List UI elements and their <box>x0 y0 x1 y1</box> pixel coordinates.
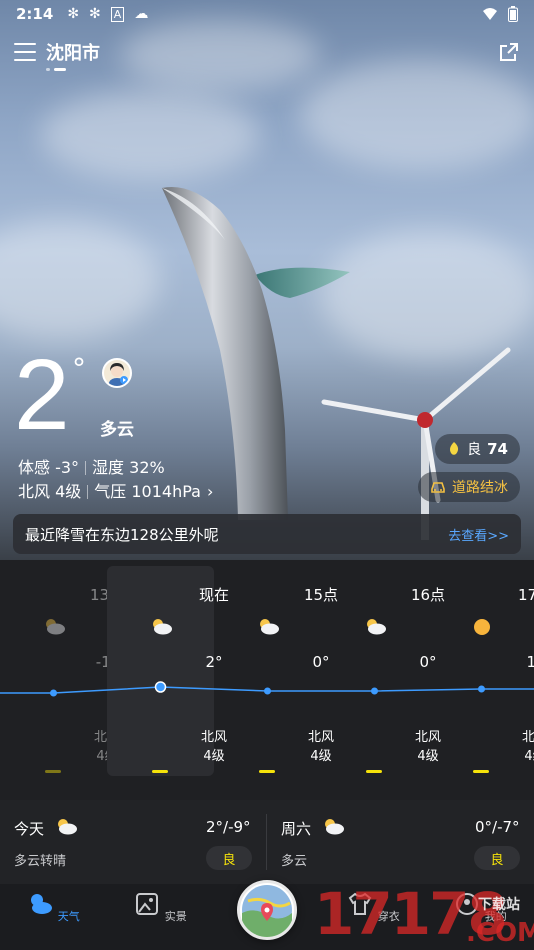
chevron-right-icon: › <box>206 482 214 501</box>
partly-cloudy-icon <box>214 616 321 638</box>
hourly-item[interactable]: 现在 2° 北风 4级 <box>107 566 229 776</box>
sunny-icon <box>428 616 534 638</box>
car-warning-icon <box>431 482 445 493</box>
day-desc: 多云 <box>281 854 308 869</box>
map-icon <box>242 885 292 937</box>
wind-level-bar <box>45 770 61 773</box>
tab-clothing[interactable]: 穿衣 <box>343 890 403 924</box>
current-temperature: 2 <box>14 339 70 451</box>
aqi-badge[interactable]: 良 74 <box>435 434 520 464</box>
banner-link[interactable]: 去查看>> <box>448 525 509 544</box>
city-name[interactable]: 沈阳市 <box>46 39 100 65</box>
wind-level-bar <box>473 770 489 773</box>
wind: 北风 4级 <box>18 482 82 501</box>
divider <box>266 814 267 870</box>
vpn-icon: ✻ <box>89 6 101 22</box>
pressure: 气压 1014hPa <box>94 482 201 501</box>
share-icon[interactable] <box>498 41 520 63</box>
menu-icon[interactable] <box>14 43 36 61</box>
banner-text: 最近降雪在东边128公里外呢 <box>25 525 219 544</box>
partly-cloudy-icon <box>0 616 107 638</box>
daily-forecast: 今天 2°/-9° 多云转晴 良 周六 0°/-7° 多云 良 <box>0 800 534 884</box>
road-alert-text: 道路结冰 <box>452 480 508 496</box>
avatar[interactable] <box>102 358 132 388</box>
hourly-item[interactable]: 13点-1°北风4级 <box>0 566 124 776</box>
tab-profile[interactable]: 我的 <box>450 890 510 924</box>
snow-notice-banner[interactable]: 最近降雪在东边128公里外呢 去查看>> <box>13 514 521 554</box>
feels-like: 体感 -3° <box>18 458 80 477</box>
current-details: 体感 -3° 湿度 32% 北风 4级 气压 1014hPa › <box>18 456 213 504</box>
wind-level-bar <box>366 770 382 773</box>
status-bar: 2:14 ✻ ✻ A ☁ <box>0 0 534 28</box>
day-desc: 多云转晴 <box>14 854 67 869</box>
wind-level-bar <box>152 770 168 773</box>
wind-pressure-row[interactable]: 北风 4级 气压 1014hPa › <box>18 480 213 504</box>
map-button[interactable] <box>237 880 297 940</box>
wind-level-bar <box>259 770 275 773</box>
vpn-icon: ✻ <box>67 6 80 22</box>
tab-label: 天气 <box>57 910 80 923</box>
tab-scene[interactable]: 实景 <box>130 890 190 924</box>
degree-symbol: ° <box>72 352 86 385</box>
tab-label: 穿衣 <box>377 910 400 923</box>
status-time: 2:14 <box>16 5 54 23</box>
a-icon: A <box>110 6 125 22</box>
weather-icon <box>31 894 53 914</box>
hour-label: 17点 <box>517 586 534 604</box>
day-aqi-badge: 良 <box>206 846 252 870</box>
day-name: 周六 <box>281 820 312 838</box>
day-name: 今天 <box>14 820 45 838</box>
day-range: 2°/-9° <box>206 818 251 836</box>
partly-cloudy-icon <box>58 819 77 835</box>
hourly-forecast[interactable]: 13点-1°北风4级现在2°北风4级15点0°北风4级16点0°北风4级17点1… <box>0 566 534 788</box>
road-alert-badge[interactable]: 道路结冰 <box>418 472 520 502</box>
hourly-item[interactable]: 17点 1° 北风 4级 <box>428 566 534 776</box>
wifi-icon <box>483 8 497 20</box>
hour-temp: 1° <box>526 653 534 671</box>
aqi-value: 74 <box>487 440 508 458</box>
page-indicator <box>46 68 66 71</box>
daily-item[interactable]: 周六 0°/-7° 多云 良 <box>267 800 534 884</box>
tab-weather[interactable]: 天气 <box>23 890 83 924</box>
humidity: 湿度 32% <box>92 458 165 477</box>
aqi-label: 良 <box>467 442 482 458</box>
tab-label: 我的 <box>484 910 507 923</box>
daily-item[interactable]: 今天 2°/-9° 多云转晴 良 <box>0 800 266 884</box>
hourly-item[interactable]: 16点 0° 北风 4级 <box>321 566 445 776</box>
day-aqi-badge: 良 <box>474 846 520 870</box>
hourly-item[interactable]: 15点 0° 北风 4级 <box>214 566 338 776</box>
wind-direction: 北风 <box>521 730 534 745</box>
battery-icon <box>508 6 518 22</box>
cloud-icon: ☁ <box>134 6 149 22</box>
partly-cloudy-icon <box>325 819 344 835</box>
top-bar: 沈阳市 <box>14 36 520 68</box>
profile-icon <box>456 893 479 915</box>
current-condition: 多云 <box>100 420 134 440</box>
partly-cloudy-icon <box>107 616 214 638</box>
day-range: 0°/-7° <box>475 818 520 836</box>
shirt-icon <box>348 892 372 915</box>
wind-level: 4级 <box>524 749 534 764</box>
tab-label: 实景 <box>164 910 187 923</box>
photo-icon <box>136 893 159 915</box>
leaf-icon <box>450 442 459 455</box>
partly-cloudy-icon <box>321 616 428 638</box>
